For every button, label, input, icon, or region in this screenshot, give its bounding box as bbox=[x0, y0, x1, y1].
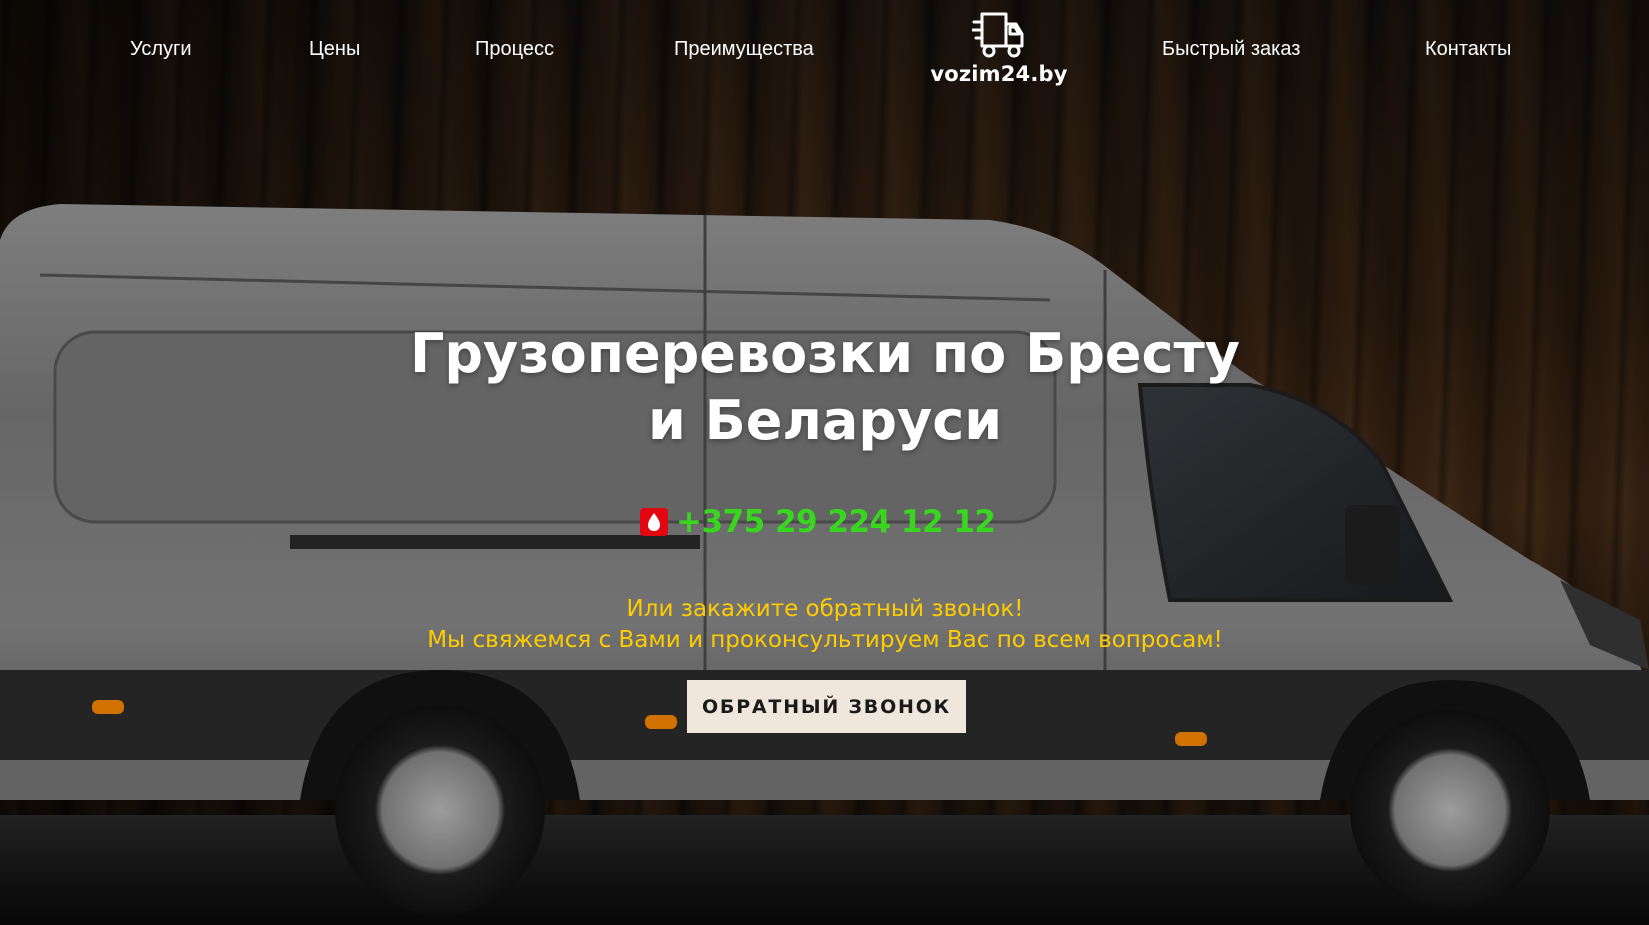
hero-dim-overlay bbox=[0, 0, 1649, 925]
nav-item-services[interactable]: Услуги bbox=[130, 38, 192, 61]
hero-title: Грузоперевозки по Бресту и Беларуси bbox=[300, 320, 1350, 454]
logo-text: vozim24.by bbox=[930, 62, 1068, 86]
hero-title-line1: Грузоперевозки по Бресту bbox=[409, 322, 1241, 385]
nav-item-advantages[interactable]: Преимущества bbox=[674, 38, 814, 61]
phone-link[interactable]: +375 29 224 12 12 bbox=[676, 504, 996, 540]
nav-item-contacts[interactable]: Контакты bbox=[1425, 38, 1511, 61]
nav-item-quick-order[interactable]: Быстрый заказ bbox=[1162, 38, 1300, 61]
mts-icon bbox=[640, 508, 668, 536]
callback-text-line1: Или закажите обратный звонок! bbox=[626, 596, 1024, 622]
callback-text-line2: Мы свяжемся с Вами и проконсультируем Ва… bbox=[427, 627, 1223, 653]
callback-description: Или закажите обратный звонок! Мы свяжемс… bbox=[300, 594, 1350, 656]
site-logo[interactable]: vozim24.by bbox=[924, 10, 1074, 86]
callback-button[interactable]: ОБРАТНЫЙ ЗВОНОК bbox=[687, 680, 966, 733]
delivery-truck-icon bbox=[972, 12, 1024, 58]
nav-item-process[interactable]: Процесс bbox=[475, 38, 554, 61]
phone-block: +375 29 224 12 12 bbox=[640, 504, 1020, 540]
hero-title-line2: и Беларуси bbox=[647, 389, 1003, 452]
hero-section: Услуги Цены Процесс Преимущества vozim24… bbox=[0, 0, 1649, 925]
nav-item-prices[interactable]: Цены bbox=[309, 38, 360, 61]
top-navigation: Услуги Цены Процесс Преимущества vozim24… bbox=[0, 0, 1649, 100]
